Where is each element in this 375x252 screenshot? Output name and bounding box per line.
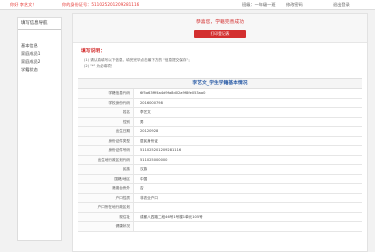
instruction-line: (2) "*" 为必填项！ (81, 63, 359, 69)
print-form-button[interactable]: 打印登记表 (194, 30, 246, 38)
field-value: 511025201209281116 (140, 148, 182, 152)
field-label: 户口性质 (78, 193, 134, 202)
sidebar-item-family-2[interactable]: 家庭成员2 (18, 58, 61, 66)
greeting-text: 你好 李艺文！ (10, 2, 37, 7)
field-value: 男 (140, 119, 144, 124)
table-row: 国籍/地区 中国 (78, 174, 362, 184)
save-result-bar: 恭喜您，学籍完善成功 打印登记表 (73, 14, 367, 43)
table-row: 现住址 成都八四路二段46号1号楼1单元105号 (78, 212, 362, 222)
table-row: 姓名 李艺文 (78, 108, 362, 118)
field-value: 20120928 (140, 129, 159, 133)
logout-link[interactable]: 退出登录 (333, 0, 350, 9)
field-label: 民族 (78, 165, 134, 174)
field-value: 居民身份证 (140, 138, 158, 143)
table-row: 出生日期 20120928 (78, 127, 362, 137)
table-row: 学校身份代码 2016000798 (78, 98, 362, 108)
field-label: 身份证件号码 (78, 146, 134, 155)
field-label: 学校身份代码 (78, 98, 134, 107)
table-row: 户口所在地行政区划 (78, 203, 362, 213)
sidebar: 填写信息导航 基本信息 家庭成员1 家庭成员2 学籍状态 (17, 17, 62, 241)
id-number-text: 你的身份证号：511025201209281116 (62, 0, 139, 9)
field-value: 511025000000 (140, 157, 168, 162)
main-panel: 恭喜您，学籍完善成功 打印登记表 填写说明： (1) 请认真填写以下信息，填完完… (72, 13, 368, 252)
field-value: 2016000798 (140, 100, 163, 105)
field-value (134, 203, 140, 212)
field-value: 否 (140, 186, 144, 190)
field-value: 6f5a63fff4a4d9fa8d02a9f8fe053aa0 (140, 91, 206, 95)
field-value: 李艺文 (140, 110, 151, 114)
field-value: 中国 (140, 176, 148, 181)
table-row: 学籍信息代码 6f5a63fff4a4d9fa8d02a9f8fe053aa0 (78, 89, 362, 99)
field-label: 学籍信息代码 (78, 89, 134, 98)
field-value (134, 222, 140, 231)
field-label: 现住址 (78, 212, 134, 221)
field-label: 健康状况 (78, 222, 134, 231)
id-label: 你的身份证号： (62, 2, 92, 7)
sidebar-nav: 基本信息 家庭成员1 家庭成员2 学籍状态 (18, 30, 61, 74)
table-row: 户口性质 非农业户口 (78, 193, 362, 203)
field-label: 出生日期 (78, 127, 134, 136)
sidebar-item-status[interactable]: 学籍状态 (18, 66, 61, 74)
sidebar-item-basic-info[interactable]: 基本信息 (18, 42, 61, 50)
sidebar-title: 填写信息导航 (18, 18, 61, 30)
instructions-title: 填写说明： (81, 49, 105, 54)
table-row: 港澳台侨外 否 (78, 184, 362, 194)
field-label: 出生地行政区划代码 (78, 155, 134, 164)
class-value: 一年级一班 (254, 2, 276, 7)
table-row: 健康状况 (78, 222, 362, 232)
field-label: 港澳台侨外 (78, 184, 134, 193)
id-value: 511025201209281116 (91, 2, 140, 7)
student-info-table: 李艺文_学生学籍基本情况 学籍信息代码 6f5a63fff4a4d9fa8d02a… (78, 78, 362, 232)
class-label: 班级： (242, 2, 255, 7)
field-value: 汉族 (140, 167, 148, 171)
table-row: 出生地行政区划代码 511025000000 (78, 155, 362, 165)
table-title: 李艺文_学生学籍基本情况 (78, 79, 362, 89)
success-message: 恭喜您，学籍完善成功 (196, 20, 244, 25)
change-password-link[interactable]: 修改密码 (286, 0, 303, 9)
class-text: 班级：一年级一班 (242, 0, 276, 9)
field-label: 户口所在地行政区划 (78, 203, 134, 212)
table-row: 身份证件号码 511025201209281116 (78, 146, 362, 156)
field-value: 非农业户口 (140, 195, 158, 200)
field-label: 国籍/地区 (78, 174, 134, 183)
field-label: 身份证件类型 (78, 136, 134, 145)
field-label: 性别 (78, 117, 134, 126)
table-row: 身份证件类型 居民身份证 (78, 136, 362, 146)
instruction-text: (2) "*" 为必填项！ (84, 64, 115, 68)
top-bar: 你好 李艺文！ 你的身份证号：511025201209281116 班级：一年级… (0, 0, 375, 10)
table-row: 民族 汉族 (78, 165, 362, 175)
instructions: 填写说明： (1) 请认真填写以下信息，填完完毕点击最下方的 "信息提交保存"；… (73, 43, 367, 78)
table-row: 性别 男 (78, 117, 362, 127)
field-label: 姓名 (78, 108, 134, 117)
field-value: 成都八四路二段46号1号楼1单元105号 (140, 214, 203, 219)
sidebar-item-family-1[interactable]: 家庭成员1 (18, 50, 61, 58)
